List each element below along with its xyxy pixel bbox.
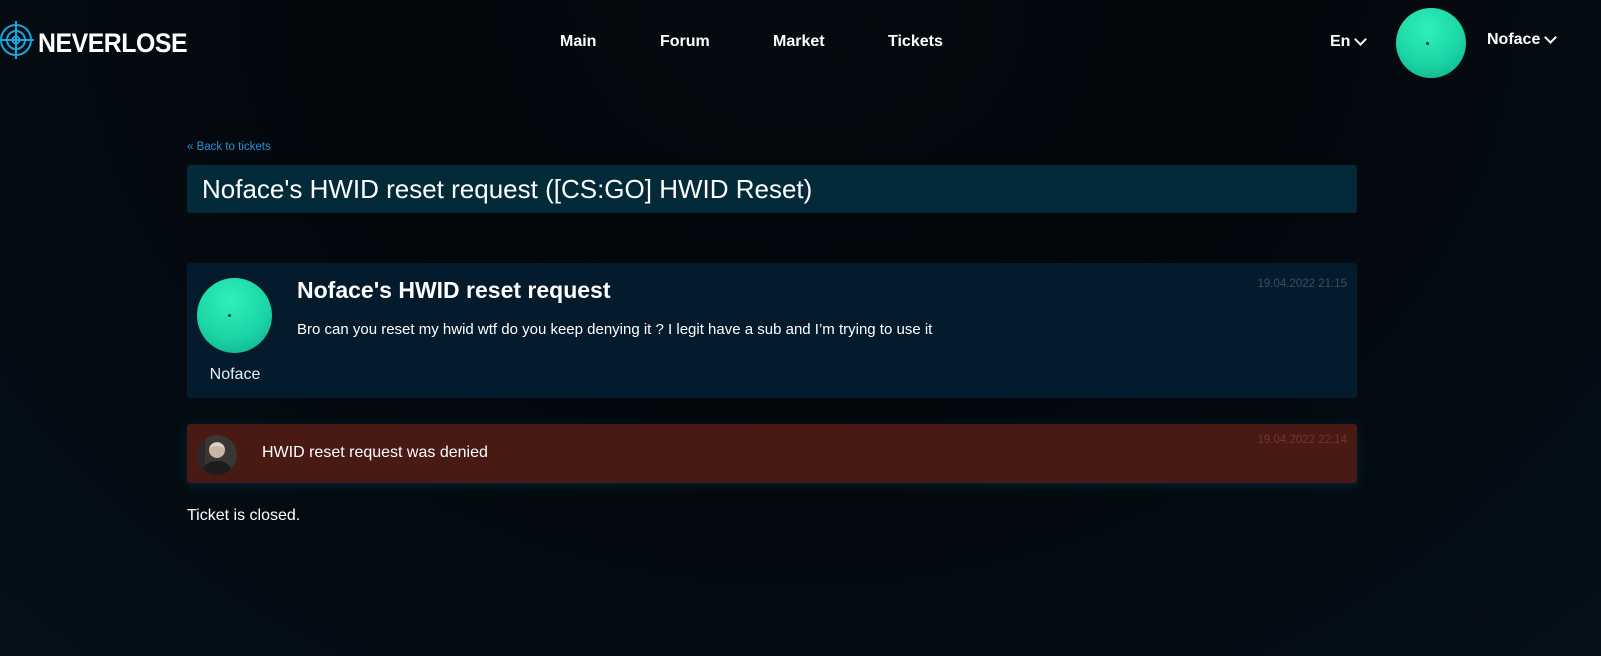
post-heading: Noface's HWID reset request (297, 277, 611, 303)
user-menu[interactable]: Noface (1487, 31, 1558, 49)
avatar-dot-icon (1426, 42, 1429, 45)
site-logo[interactable]: NEVERLOSE (0, 20, 200, 60)
staff-photo-icon (197, 435, 237, 475)
avatar-dot-icon (228, 314, 231, 317)
crosshair-logo-icon (0, 21, 34, 59)
ticket-closed-note: Ticket is closed. (187, 507, 301, 524)
chevron-down-icon (1354, 33, 1368, 46)
language-selector[interactable]: En (1330, 33, 1368, 51)
post-author-name[interactable]: Noface (187, 366, 283, 384)
top-navigation-bar: NEVERLOSE Main Forum Market Tickets En N… (0, 0, 1601, 86)
staff-avatar[interactable] (197, 435, 237, 475)
ticket-title: Noface's HWID reset request ([CS:GO] HWI… (202, 173, 813, 204)
username-label: Noface (1487, 31, 1541, 48)
denied-status-message: HWID reset request was denied 19.04.2022… (187, 424, 1357, 483)
post-timestamp: 19.04.2022 21:15 (1257, 278, 1347, 290)
ticket-post: Noface Noface's HWID reset request Bro c… (187, 263, 1357, 398)
logo-text: NEVERLOSE (38, 27, 188, 58)
nav-tickets[interactable]: Tickets (888, 33, 943, 51)
status-text: HWID reset request was denied (262, 444, 488, 461)
post-body: Bro can you reset my hwid wtf do you kee… (297, 321, 933, 338)
ticket-title-bar: Noface's HWID reset request ([CS:GO] HWI… (187, 165, 1357, 213)
status-timestamp: 19.04.2022 22:14 (1257, 434, 1347, 446)
chevron-down-icon (1544, 31, 1558, 44)
post-author-avatar[interactable] (197, 278, 272, 353)
nav-forum[interactable]: Forum (660, 33, 710, 51)
user-avatar[interactable] (1396, 8, 1466, 78)
language-label: En (1330, 33, 1351, 50)
nav-market[interactable]: Market (773, 33, 825, 51)
back-to-tickets-link[interactable]: « Back to tickets (187, 141, 271, 153)
nav-main[interactable]: Main (560, 33, 596, 51)
